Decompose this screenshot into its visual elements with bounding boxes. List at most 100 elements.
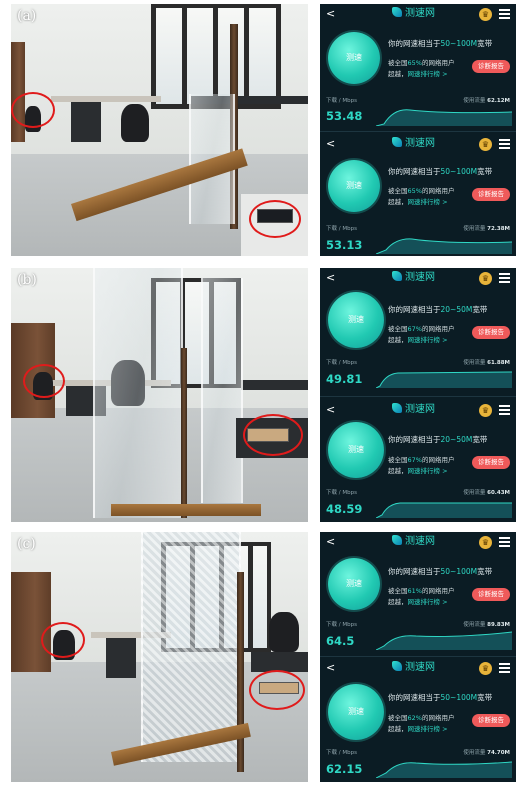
logo-icon	[392, 535, 402, 545]
panel-label: (b)	[17, 272, 37, 288]
menu-icon[interactable]	[499, 139, 510, 149]
brand: 测速网	[392, 660, 435, 676]
menu-icon[interactable]	[499, 9, 510, 19]
rank-text: 被全国62%的网络用户	[388, 714, 455, 722]
logo-icon	[392, 7, 402, 17]
speed-curve	[376, 109, 512, 126]
panel-label: (c)	[17, 536, 36, 552]
rank-text: 被全国67%的网络用户	[388, 325, 455, 333]
data-usage: 使用流量 89.83M	[463, 622, 510, 628]
bandwidth-text: 你的网速相当于20~50M宽带	[388, 305, 488, 314]
menu-icon[interactable]	[499, 405, 510, 415]
diagnose-report-button[interactable]: 诊断报告	[472, 60, 510, 73]
download-label: 下载 / Mbps	[326, 490, 357, 496]
data-usage: 使用流量 61.88M	[463, 360, 510, 366]
topbar: < 测速网 ♛	[320, 532, 516, 552]
speed-curve	[376, 761, 512, 778]
share-icon[interactable]: <	[326, 404, 338, 416]
download-speed: 64.5	[326, 634, 355, 648]
leaderboard-link[interactable]: 超越，网速排行榜 >	[388, 334, 448, 344]
logo-icon	[392, 661, 402, 671]
download-speed: 53.48	[326, 109, 363, 123]
share-icon[interactable]: <	[326, 8, 338, 20]
download-label: 下载 / Mbps	[326, 360, 357, 366]
diagnose-report-button[interactable]: 诊断报告	[472, 588, 510, 601]
menu-icon[interactable]	[499, 663, 510, 673]
highlight-circle	[249, 200, 301, 238]
rank-text: 被全国65%的网络用户	[388, 59, 455, 67]
download-label: 下载 / Mbps	[326, 98, 357, 104]
diagnose-report-button[interactable]: 诊断报告	[472, 456, 510, 469]
photo-panel-c: (c)	[11, 532, 308, 782]
speedtest-screen-a: < 测速网 ♛ 测速 你的网速相当于50~100M宽带 被全国65%的网络用户 …	[320, 4, 516, 256]
speedtest-button[interactable]: 测速	[328, 32, 380, 84]
share-icon[interactable]: <	[326, 662, 338, 674]
download-speed: 62.15	[326, 762, 363, 776]
brand: 测速网	[392, 6, 435, 22]
menu-icon[interactable]	[499, 273, 510, 283]
leaderboard-link[interactable]: 超越，网速排行榜 >	[388, 596, 448, 606]
download-speed: 48.59	[326, 502, 363, 516]
leaderboard-link[interactable]: 超越，网速排行榜 >	[388, 465, 448, 475]
brand: 测速网	[392, 270, 435, 286]
diagnose-report-button[interactable]: 诊断报告	[472, 188, 510, 201]
rank-text: 被全国61%的网络用户	[388, 587, 455, 595]
data-usage: 使用流量 62.12M	[463, 98, 510, 104]
data-usage: 使用流量 72.38M	[463, 226, 510, 232]
crown-icon[interactable]: ♛	[479, 404, 492, 417]
brand: 测速网	[392, 402, 435, 418]
topbar: < 测速网 ♛	[320, 134, 516, 154]
topbar: < 测速网 ♛	[320, 4, 516, 24]
share-icon[interactable]: <	[326, 138, 338, 150]
crown-icon[interactable]: ♛	[479, 272, 492, 285]
logo-icon	[392, 271, 402, 281]
highlight-circle	[11, 92, 55, 128]
speedtest-button[interactable]: 测速	[328, 422, 384, 478]
speed-curve	[376, 238, 512, 254]
bandwidth-text: 你的网速相当于50~100M宽带	[388, 693, 493, 702]
data-usage: 使用流量 74.70M	[463, 750, 510, 756]
logo-icon	[392, 403, 402, 413]
speedtest-button[interactable]: 测速	[328, 292, 384, 348]
diagnose-report-button[interactable]: 诊断报告	[472, 714, 510, 727]
bandwidth-text: 你的网速相当于20~50M宽带	[388, 435, 488, 444]
speedtest-button[interactable]: 测速	[328, 160, 380, 212]
highlight-circle	[23, 364, 65, 398]
leaderboard-link[interactable]: 超越，网速排行榜 >	[388, 68, 448, 78]
rank-text: 被全国65%的网络用户	[388, 187, 455, 195]
highlight-circle	[249, 670, 305, 710]
speedtest-button[interactable]: 测速	[328, 684, 384, 740]
share-icon[interactable]: <	[326, 272, 338, 284]
photo-panel-b: (b)	[11, 268, 308, 522]
logo-icon	[392, 137, 402, 147]
data-usage: 使用流量 60.43M	[463, 490, 510, 496]
download-label: 下载 / Mbps	[326, 750, 357, 756]
panel-label: (a)	[17, 8, 37, 24]
bandwidth-text: 你的网速相当于50~100M宽带	[388, 39, 493, 48]
highlight-circle	[243, 414, 303, 456]
topbar: < 测速网 ♛	[320, 400, 516, 420]
crown-icon[interactable]: ♛	[479, 8, 492, 21]
crown-icon[interactable]: ♛	[479, 662, 492, 675]
brand: 测速网	[392, 534, 435, 550]
rank-text: 被全国67%的网络用户	[388, 456, 455, 464]
topbar: < 测速网 ♛	[320, 268, 516, 288]
leaderboard-link[interactable]: 超越，网速排行榜 >	[388, 196, 448, 206]
speed-curve	[376, 371, 512, 388]
share-icon[interactable]: <	[326, 536, 338, 548]
crown-icon[interactable]: ♛	[479, 138, 492, 151]
crown-icon[interactable]: ♛	[479, 536, 492, 549]
brand: 测速网	[392, 136, 435, 152]
menu-icon[interactable]	[499, 537, 510, 547]
bandwidth-text: 你的网速相当于50~100M宽带	[388, 167, 493, 176]
download-label: 下载 / Mbps	[326, 226, 357, 232]
speed-curve	[376, 502, 512, 518]
speedtest-button[interactable]: 测速	[328, 558, 380, 610]
diagnose-report-button[interactable]: 诊断报告	[472, 326, 510, 339]
highlight-circle	[41, 622, 85, 658]
leaderboard-link[interactable]: 超越，网速排行榜 >	[388, 723, 448, 733]
download-speed: 49.81	[326, 372, 363, 386]
photo-panel-a: (a)	[11, 4, 308, 256]
download-speed: 53.13	[326, 238, 363, 252]
speedtest-screen-b: < 测速网 ♛ 测速 你的网速相当于20~50M宽带 被全国67%的网络用户 超…	[320, 268, 516, 522]
